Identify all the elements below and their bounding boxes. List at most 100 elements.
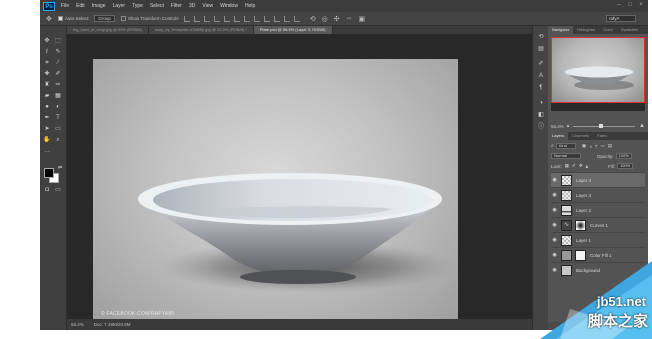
- hand-tool-icon[interactable]: ✋: [43, 137, 51, 144]
- blend-mode-dropdown[interactable]: Normal: [551, 153, 581, 159]
- tab-color[interactable]: Color: [599, 26, 617, 34]
- marquee-tool-icon[interactable]: ⬚: [54, 38, 62, 45]
- menu-select[interactable]: Select: [150, 3, 164, 9]
- navigator-view-box[interactable]: [551, 37, 645, 103]
- menu-file[interactable]: File: [61, 3, 69, 9]
- pen-tool-icon[interactable]: ✒: [43, 115, 51, 122]
- path-select-tool-icon[interactable]: ➤: [43, 126, 51, 133]
- eyedropper-tool-icon[interactable]: ⁄: [54, 60, 62, 67]
- lock-all-icon[interactable]: 🔒︎: [586, 164, 588, 169]
- move-tool-icon[interactable]: ✥: [46, 15, 52, 23]
- character-icon[interactable]: A: [537, 73, 545, 80]
- clone-stamp-tool-icon[interactable]: ♜: [43, 82, 51, 89]
- zoom-level[interactable]: 56.4%: [71, 322, 84, 327]
- layer-row-color-fill-1[interactable]: ◉ Color Fill 1: [551, 247, 645, 262]
- 3d-mode-icon[interactable]: ⟲: [310, 15, 316, 23]
- zoom-in-icon[interactable]: ▲: [639, 123, 645, 129]
- kind-filter-dropdown[interactable]: Kind: [555, 143, 576, 149]
- close-icon[interactable]: ×: [638, 2, 644, 8]
- 3d-pan-icon[interactable]: ✣: [334, 15, 340, 23]
- type-tool-icon[interactable]: T: [54, 115, 62, 122]
- visibility-eye-icon[interactable]: ◉: [551, 177, 558, 183]
- filter-type-icon[interactable]: T: [595, 144, 598, 149]
- visibility-eye-icon[interactable]: ◉: [551, 222, 558, 228]
- visibility-eye-icon[interactable]: ◉: [551, 237, 558, 243]
- layer-mask-thumbnail[interactable]: [575, 219, 586, 231]
- auto-select-dropdown[interactable]: Group: [94, 15, 115, 22]
- tab-layers[interactable]: Layers: [548, 132, 569, 140]
- 3d-slide-icon[interactable]: ⇔: [346, 15, 353, 22]
- visibility-eye-icon[interactable]: ◉: [551, 252, 558, 258]
- tab-paths[interactable]: Paths: [593, 132, 611, 140]
- menu-help[interactable]: Help: [245, 3, 255, 9]
- align-hcenter-icon[interactable]: [223, 15, 230, 22]
- navigator-zoom-thumb[interactable]: [599, 123, 604, 128]
- lock-position-icon[interactable]: ✥: [579, 163, 583, 169]
- menu-filter[interactable]: Filter: [171, 3, 182, 9]
- foreground-color-swatch[interactable]: [44, 168, 54, 178]
- zoom-out-icon[interactable]: ▴: [567, 123, 570, 129]
- align-top-icon[interactable]: [183, 15, 190, 22]
- distribute-left-icon[interactable]: [273, 15, 280, 22]
- transform-controls-checkbox[interactable]: [120, 16, 126, 21]
- tab-histogram[interactable]: Histogram: [573, 26, 599, 34]
- tab-plate-psd[interactable]: Plate.psd @ 56.4% (Layer 3, RGB/8): [253, 26, 333, 34]
- lasso-tool-icon[interactable]: ℓ: [43, 49, 51, 56]
- align-bottom-icon[interactable]: [203, 15, 210, 22]
- crop-tool-icon[interactable]: ⌗: [43, 60, 51, 67]
- gradient-tool-icon[interactable]: ▦: [54, 93, 62, 100]
- distribute-bottom-icon[interactable]: [263, 15, 270, 22]
- more-tools-icon[interactable]: …: [43, 148, 51, 155]
- swap-colors-icon[interactable]: ⇄: [56, 165, 64, 172]
- menu-3d[interactable]: 3D: [189, 3, 195, 9]
- navigator-zoom-value[interactable]: 56.4%: [551, 124, 564, 129]
- lock-pixels-icon[interactable]: ▦: [565, 163, 569, 169]
- auto-select-checkbox[interactable]: [57, 16, 63, 21]
- filter-smart-icon[interactable]: ▤: [608, 143, 612, 149]
- tab-soup-bowl[interactable]: big_bowl_of_soup.jpg @ 50% (RGB/8): [67, 26, 149, 34]
- align-vcenter-icon[interactable]: [193, 15, 200, 22]
- align-right-icon[interactable]: [233, 15, 240, 22]
- layer-mask-thumbnail[interactable]: [575, 249, 586, 261]
- properties-icon[interactable]: ▤: [537, 46, 545, 53]
- 3d-orbit-icon[interactable]: ◎: [322, 15, 328, 23]
- healing-tool-icon[interactable]: ✚: [43, 71, 51, 78]
- filter-shape-icon[interactable]: ▭: [601, 143, 605, 149]
- quick-mask-icon[interactable]: ◘: [43, 187, 51, 194]
- brush-tool-icon[interactable]: ✐: [54, 71, 62, 78]
- fill-field[interactable]: 100%: [617, 163, 634, 169]
- history-brush-tool-icon[interactable]: ✑: [54, 82, 62, 89]
- workspace-dropdown[interactable]: rafyA: [606, 15, 636, 22]
- layer-row-layer-2[interactable]: ◉ Layer 2: [551, 202, 645, 217]
- 3d-scale-icon[interactable]: ▣: [359, 15, 366, 23]
- distribute-top-icon[interactable]: [243, 15, 250, 22]
- document-image[interactable]: © FACEBOOK.COM/RAFYA88: [93, 59, 458, 323]
- navigator-preview[interactable]: [551, 37, 645, 111]
- shape-tool-icon[interactable]: ▭: [54, 126, 62, 133]
- brush-preset-icon[interactable]: ✐: [537, 61, 545, 68]
- tab-navigator[interactable]: Navigator: [548, 26, 574, 34]
- layer-row-curves-1[interactable]: ◉ ∿ Curves 1: [551, 217, 645, 232]
- visibility-eye-icon[interactable]: ◉: [551, 207, 558, 213]
- canvas-area[interactable]: © FACEBOOK.COM/RAFYA88: [67, 34, 532, 323]
- layer-row-layer-1[interactable]: ◉ Layer 1: [551, 232, 645, 247]
- distribute-vcenter-icon[interactable]: [253, 15, 260, 22]
- menu-view[interactable]: View: [202, 3, 213, 9]
- distribute-right-icon[interactable]: [293, 15, 300, 22]
- adjustments-icon[interactable]: ◑: [537, 100, 545, 107]
- tab-swatches[interactable]: Swatches: [617, 26, 642, 34]
- visibility-eye-icon[interactable]: ◉: [551, 192, 558, 198]
- filter-adjust-icon[interactable]: ◑: [589, 144, 592, 149]
- layer-row-layer-3[interactable]: ◉ Layer 3: [551, 187, 645, 202]
- history-icon[interactable]: ⟲: [537, 34, 545, 41]
- info-icon[interactable]: ⓘ: [537, 124, 545, 131]
- opacity-field[interactable]: 100%: [615, 153, 632, 159]
- menu-type[interactable]: Type: [132, 3, 143, 9]
- lock-paint-icon[interactable]: ✐: [572, 163, 576, 169]
- eraser-tool-icon[interactable]: ▰: [43, 93, 51, 100]
- menu-layer[interactable]: Layer: [113, 3, 126, 9]
- zoom-tool-icon[interactable]: ⌕: [54, 137, 62, 144]
- minimize-icon[interactable]: –: [616, 2, 622, 8]
- move-tool-icon[interactable]: ✥: [43, 38, 51, 45]
- menu-image[interactable]: Image: [92, 3, 106, 9]
